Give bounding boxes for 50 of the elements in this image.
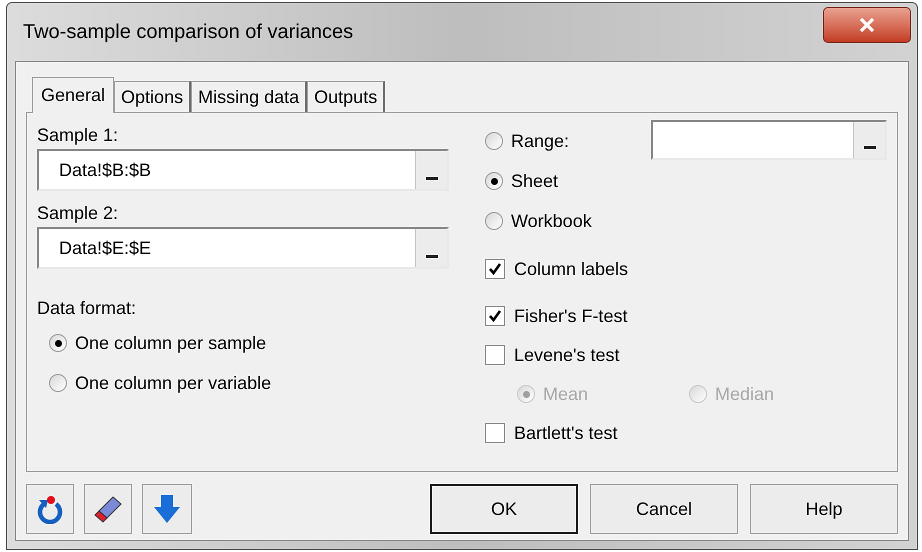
radio-button[interactable] bbox=[485, 132, 503, 150]
checkbox-label: Fisher's F-test bbox=[514, 304, 628, 328]
radio-label: Mean bbox=[543, 382, 588, 406]
close-icon bbox=[859, 18, 875, 32]
window-title: Two-sample comparison of variances bbox=[23, 20, 354, 45]
range-field[interactable]: Data!$B:$B bbox=[37, 149, 449, 191]
tab[interactable]: General bbox=[32, 77, 114, 113]
tab[interactable]: Options bbox=[114, 81, 192, 112]
checkbox[interactable] bbox=[485, 306, 505, 326]
eraser-icon bbox=[93, 494, 123, 524]
field-value: Data!$B:$B bbox=[58, 158, 152, 182]
underscore-icon bbox=[426, 177, 438, 180]
radio-label: Workbook bbox=[511, 210, 592, 232]
radio-button[interactable] bbox=[485, 172, 503, 190]
reset-button[interactable] bbox=[26, 484, 74, 534]
radio-label: Sheet bbox=[511, 170, 558, 192]
radio-button[interactable] bbox=[49, 334, 67, 352]
tab[interactable]: Outputs bbox=[307, 81, 386, 112]
tab[interactable]: Missing data bbox=[191, 81, 308, 112]
checkbox-label: Levene's test bbox=[514, 344, 620, 366]
radio-button[interactable] bbox=[49, 374, 67, 392]
underscore-icon bbox=[426, 255, 438, 258]
radio-label: One column per variable bbox=[75, 372, 272, 395]
radio-label: Range: bbox=[511, 130, 570, 153]
checkbox[interactable] bbox=[485, 345, 505, 365]
field-value: Data!$E:$E bbox=[58, 236, 152, 260]
checkbox-label: Bartlett's test bbox=[514, 422, 618, 444]
field-label: Sample 2: bbox=[37, 202, 120, 225]
download-button[interactable] bbox=[142, 484, 192, 534]
range-field[interactable]: Data!$E:$E bbox=[37, 227, 449, 269]
data-format-label: Data format: bbox=[37, 296, 138, 320]
down-arrow-icon bbox=[152, 493, 182, 525]
field-label: Sample 1: bbox=[37, 124, 120, 147]
checkbox-label: Column labels bbox=[514, 258, 628, 280]
range-field[interactable] bbox=[651, 120, 887, 160]
select-range-button[interactable] bbox=[415, 229, 447, 267]
checkbox[interactable] bbox=[485, 423, 505, 443]
radio-label: Median bbox=[715, 382, 774, 406]
select-range-button[interactable] bbox=[853, 122, 885, 158]
radio-button[interactable] bbox=[485, 212, 503, 230]
close-button[interactable] bbox=[823, 7, 911, 43]
radio-label: One column per sample bbox=[75, 332, 266, 355]
dialog-button[interactable]: OK bbox=[430, 484, 578, 534]
checkbox[interactable] bbox=[485, 259, 505, 279]
dialog-button[interactable]: Cancel bbox=[590, 484, 738, 534]
dialog-button[interactable]: Help bbox=[750, 484, 898, 534]
reset-icon bbox=[35, 494, 65, 524]
select-range-button[interactable] bbox=[415, 151, 447, 189]
underscore-icon bbox=[864, 146, 876, 149]
eraser-button[interactable] bbox=[84, 484, 132, 534]
